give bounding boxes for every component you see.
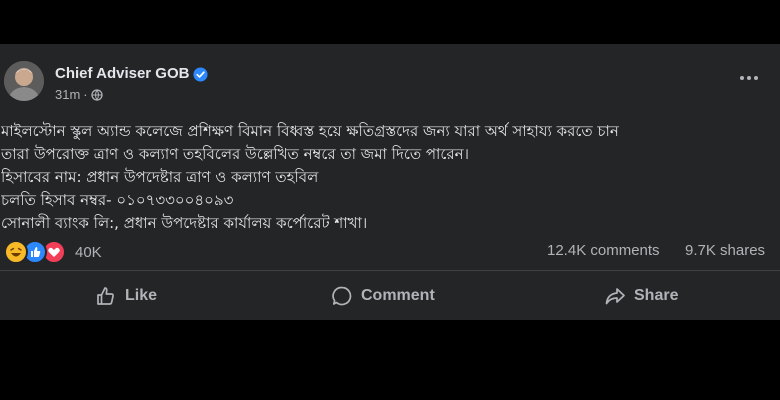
post-text-line: সোনালী ব্যাংক লি:, প্রধান উপদেষ্টার কার্… [1,214,368,232]
like-button[interactable]: Like [95,278,157,314]
post-body-text: মাইলস্টোন স্কুল অ্যান্ড কলেজে প্রশিক্ষণ … [1,120,776,235]
post-text-line: হিসাবের নাম: প্রধান উপদেষ্টার ত্রাণ ও কল… [1,168,319,186]
thumbs-up-icon [95,285,117,307]
comments-count[interactable]: 12.4K comments [547,242,660,259]
author-avatar[interactable] [4,61,44,101]
comment-bubble-icon [331,285,353,307]
reaction-count[interactable]: 40K [75,244,102,261]
share-label: Share [634,287,679,304]
actions-divider [0,270,780,271]
facebook-post-card: Chief Adviser GOB 31m · মাইলস্টোন স্কুল … [0,44,780,320]
post-actions-bar: Like Comment Share [0,278,780,314]
haha-icon [4,240,28,264]
verified-badge-icon [193,66,209,82]
like-label: Like [125,287,158,304]
shares-count[interactable]: 9.7K shares [685,242,765,259]
reactions-summary[interactable]: 40K [4,240,102,264]
post-meta: 31m · [55,87,103,102]
more-options-icon[interactable] [734,66,764,90]
post-stats: 40K 12.4K comments 9.7K shares [0,238,780,264]
post-text-line: তারা উপরোক্ত ত্রাণ ও কল্যাণ তহবিলের উল্ল… [1,145,469,163]
meta-separator: · [83,87,88,102]
share-arrow-icon [604,285,626,307]
comment-button[interactable]: Comment [331,278,435,314]
globe-icon[interactable] [90,88,103,101]
comment-label: Comment [361,287,435,304]
post-text-line: চলতি হিসাব নম্বর- ০১০৭৩৩০০৪০৯৩ [1,191,234,209]
author-name[interactable]: Chief Adviser GOB [55,64,189,84]
share-button[interactable]: Share [604,278,678,314]
post-text-line: মাইলস্টোন স্কুল অ্যান্ড কলেজে প্রশিক্ষণ … [1,122,619,140]
post-timestamp[interactable]: 31m [55,87,80,102]
post-header: Chief Adviser GOB 31m · [0,44,780,112]
author-line: Chief Adviser GOB [55,64,209,84]
